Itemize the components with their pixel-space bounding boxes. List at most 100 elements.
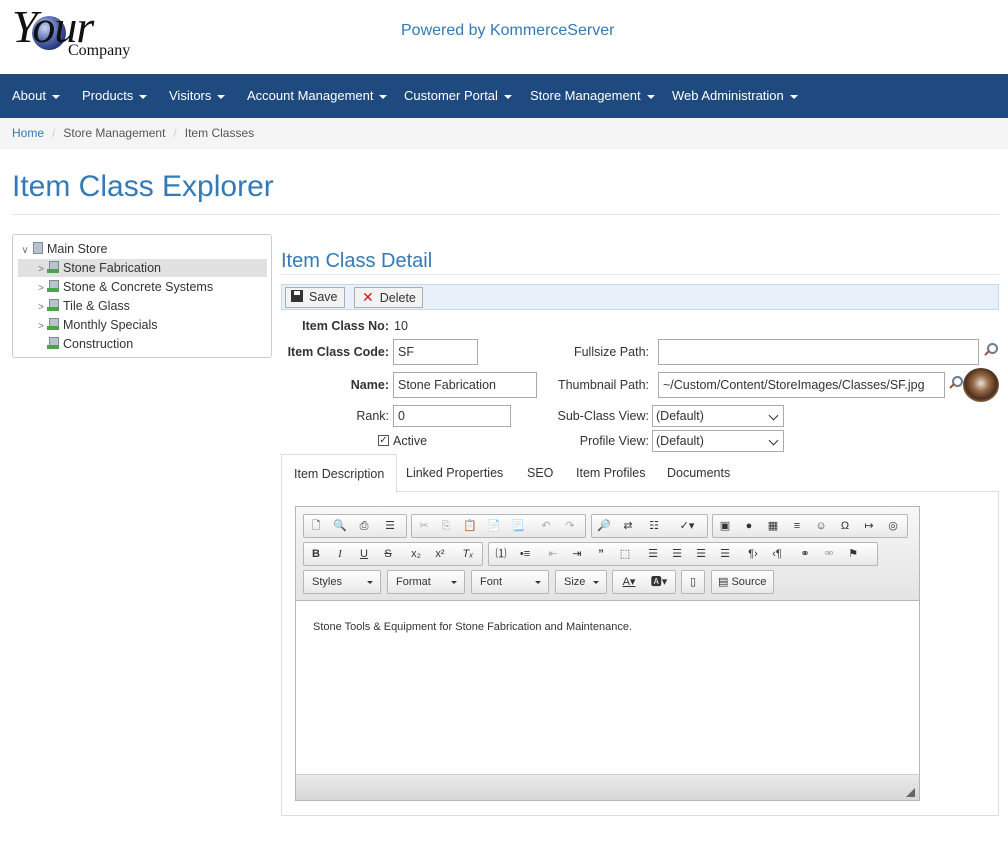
bold-icon[interactable]: B — [306, 545, 326, 563]
tree-node-monthly-specials[interactable]: > Monthly Specials — [35, 316, 158, 334]
new-page-icon[interactable]: 🗋 — [306, 517, 326, 535]
tree-node-tile-glass[interactable]: > Tile & Glass — [35, 297, 130, 315]
item-class-code-input[interactable] — [393, 339, 478, 365]
size-dropdown[interactable]: Size — [555, 570, 607, 594]
active-checkbox[interactable]: ✓ — [378, 435, 389, 446]
tab-documents[interactable]: Documents — [655, 454, 742, 492]
copy-icon[interactable]: ⎘ — [436, 517, 456, 535]
redo-icon[interactable]: ↷ — [560, 517, 580, 535]
fullsize-path-input[interactable] — [658, 339, 979, 365]
nav-customer-portal[interactable]: Customer Portal — [404, 74, 512, 118]
nav-store-management[interactable]: Store Management — [530, 74, 655, 118]
spellcheck-icon[interactable]: ✓▾ — [672, 517, 702, 535]
superscript-icon[interactable]: x² — [430, 545, 450, 563]
indent-icon[interactable]: ⇥ — [567, 545, 587, 563]
nav-account-management[interactable]: Account Management — [247, 74, 388, 118]
print-icon[interactable]: ⎙ — [354, 517, 374, 535]
chevron-right-icon[interactable]: > — [35, 280, 47, 298]
justify-icon[interactable]: ☰ — [715, 545, 735, 563]
undo-icon[interactable]: ↶ — [536, 517, 556, 535]
chevron-right-icon[interactable]: > — [35, 318, 47, 336]
page-break-icon[interactable]: ↦ — [859, 517, 879, 535]
nav-products[interactable]: Products — [82, 74, 148, 118]
outdent-icon[interactable]: ⇤ — [543, 545, 563, 563]
tree-node-stone-concrete[interactable]: > Stone & Concrete Systems — [35, 278, 213, 296]
profile-view-select[interactable]: (Default) — [652, 430, 784, 452]
templates-icon[interactable]: ☰ — [380, 517, 400, 535]
tab-item-description[interactable]: Item Description — [281, 454, 398, 493]
company-logo[interactable]: Your Company — [12, 1, 142, 64]
caret-down-icon — [139, 94, 148, 99]
maximize-icon[interactable]: ▯ — [683, 573, 703, 591]
tab-linked-properties[interactable]: Linked Properties — [394, 454, 515, 492]
paste-text-icon[interactable]: 📄 — [484, 517, 504, 535]
toolbar-group-tools: ▯ — [681, 570, 705, 594]
numbered-list-icon[interactable]: ⑴ — [491, 545, 511, 563]
align-left-icon[interactable]: ☰ — [643, 545, 663, 563]
preview-icon[interactable]: 🔍 — [330, 517, 350, 535]
chevron-right-icon[interactable]: > — [35, 299, 47, 317]
tree-node-stone-fabrication[interactable]: > Stone Fabrication — [18, 259, 267, 277]
align-right-icon[interactable]: ☰ — [691, 545, 711, 563]
tab-item-profiles[interactable]: Item Profiles — [564, 454, 657, 492]
select-all-icon[interactable]: ☷ — [644, 517, 664, 535]
special-char-icon[interactable]: Ω — [835, 517, 855, 535]
browse-search-icon[interactable] — [949, 376, 963, 390]
iframe-icon[interactable]: ◎ — [883, 517, 903, 535]
div-container-icon[interactable]: ⬚ — [615, 545, 635, 563]
nav-web-administration[interactable]: Web Administration — [672, 74, 798, 118]
cut-icon[interactable]: ✂ — [414, 517, 434, 535]
background-color-icon[interactable]: 🅰▾ — [645, 573, 673, 591]
remove-format-icon[interactable]: Tₓ — [458, 545, 478, 563]
align-center-icon[interactable]: ☰ — [667, 545, 687, 563]
resize-handle-icon[interactable] — [906, 788, 915, 797]
nav-about[interactable]: About — [12, 74, 60, 118]
subscript-icon[interactable]: x₂ — [406, 545, 426, 563]
table-icon[interactable]: ▦ — [763, 517, 783, 535]
smiley-icon[interactable]: ☺ — [811, 517, 831, 535]
name-input[interactable] — [393, 372, 537, 398]
source-button[interactable]: ▤ Source — [711, 570, 774, 594]
bulleted-list-icon[interactable]: •≡ — [515, 545, 535, 563]
text-color-icon[interactable]: A▾ — [615, 573, 643, 591]
link-icon[interactable]: ⚭ — [795, 545, 815, 563]
paste-icon[interactable]: 📋 — [460, 517, 480, 535]
anchor-flag-icon[interactable]: ⚑ — [843, 545, 863, 563]
nav-label: Account Management — [247, 88, 374, 103]
breadcrumb: Home / Store Management / Item Classes — [0, 118, 1008, 149]
sub-class-view-select[interactable]: (Default) — [652, 405, 784, 427]
triangle-down-icon — [535, 581, 541, 584]
rtl-icon[interactable]: ‹¶ — [767, 545, 787, 563]
delete-button[interactable]: ✕ Delete — [354, 287, 423, 308]
format-dropdown[interactable]: Format — [387, 570, 465, 594]
source-icon: ▤ — [718, 576, 732, 588]
breadcrumb-home[interactable]: Home — [12, 126, 44, 140]
chevron-down-icon[interactable]: ∨ — [19, 242, 31, 260]
save-button[interactable]: Save — [285, 287, 345, 308]
editor-content-area[interactable]: Stone Tools & Equipment for Stone Fabric… — [296, 601, 919, 775]
find-icon[interactable]: 🔎 — [594, 517, 614, 535]
tab-seo[interactable]: SEO — [515, 454, 565, 492]
browse-search-icon[interactable] — [984, 343, 998, 357]
thumbnail-path-input[interactable] — [658, 372, 945, 398]
flash-icon[interactable]: ● — [739, 517, 759, 535]
editor-status-bar — [296, 774, 919, 800]
italic-icon[interactable]: I — [330, 545, 350, 563]
breadcrumb-section[interactable]: Store Management — [63, 126, 165, 140]
tree-node-root[interactable]: ∨ Main Store — [19, 240, 107, 258]
rank-input[interactable] — [393, 405, 511, 427]
nav-visitors[interactable]: Visitors — [169, 74, 226, 118]
font-dropdown[interactable]: Font — [471, 570, 549, 594]
paste-word-icon[interactable]: 📃 — [508, 517, 528, 535]
replace-icon[interactable]: ⇄ — [618, 517, 638, 535]
ltr-icon[interactable]: ¶› — [743, 545, 763, 563]
unlink-icon[interactable]: ⚮ — [819, 545, 839, 563]
underline-icon[interactable]: U — [354, 545, 374, 563]
horizontal-line-icon[interactable]: ≡ — [787, 517, 807, 535]
chevron-right-icon[interactable]: > — [35, 261, 47, 279]
strikethrough-icon[interactable]: S — [378, 545, 398, 563]
styles-dropdown[interactable]: Styles — [303, 570, 381, 594]
tree-node-construction[interactable]: Construction — [35, 335, 133, 353]
blockquote-icon[interactable]: ” — [591, 545, 611, 563]
image-icon[interactable]: ▣ — [715, 517, 735, 535]
